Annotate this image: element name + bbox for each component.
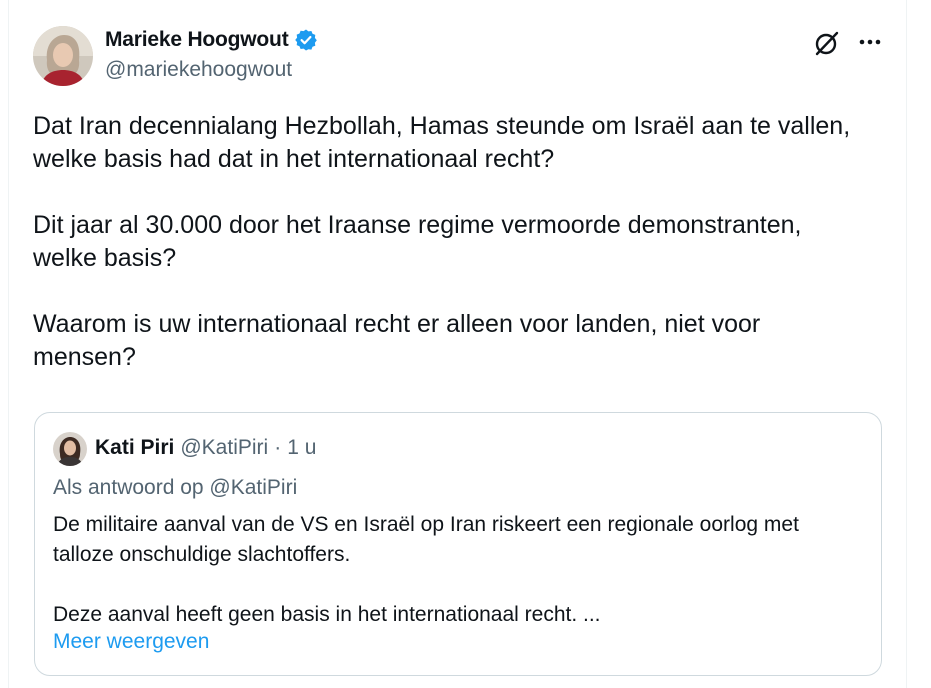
more-options-icon[interactable]: [856, 30, 884, 54]
quoted-author-name[interactable]: Kati Piri: [95, 436, 174, 460]
quoted-header: Kati Piri @KatiPiri · 1 u: [95, 436, 316, 460]
quoted-text: De militaire aanval van de VS en Israël …: [53, 513, 799, 626]
quoted-timestamp[interactable]: 1 u: [287, 436, 316, 460]
author-handle[interactable]: @mariekehoogwout: [105, 58, 292, 82]
quoted-author-handle[interactable]: @KatiPiri: [180, 436, 268, 460]
grok-icon[interactable]: [812, 28, 842, 58]
verified-badge-icon: [295, 29, 318, 51]
quoted-tweet[interactable]: Kati Piri @KatiPiri · 1 u Als antwoord o…: [34, 412, 882, 676]
author-name[interactable]: Marieke Hoogwout: [105, 28, 289, 52]
tweet-text: Dat Iran decennialang Hezbollah, Hamas s…: [33, 112, 851, 371]
author-avatar[interactable]: [33, 26, 93, 86]
quoted-author-avatar[interactable]: [53, 432, 87, 466]
reply-context: Als antwoord op @KatiPiri: [53, 476, 298, 499]
show-more-link[interactable]: Meer weergeven: [53, 630, 209, 654]
separator-dot: ·: [274, 436, 282, 459]
author-name-row: Marieke Hoogwout: [105, 28, 318, 52]
